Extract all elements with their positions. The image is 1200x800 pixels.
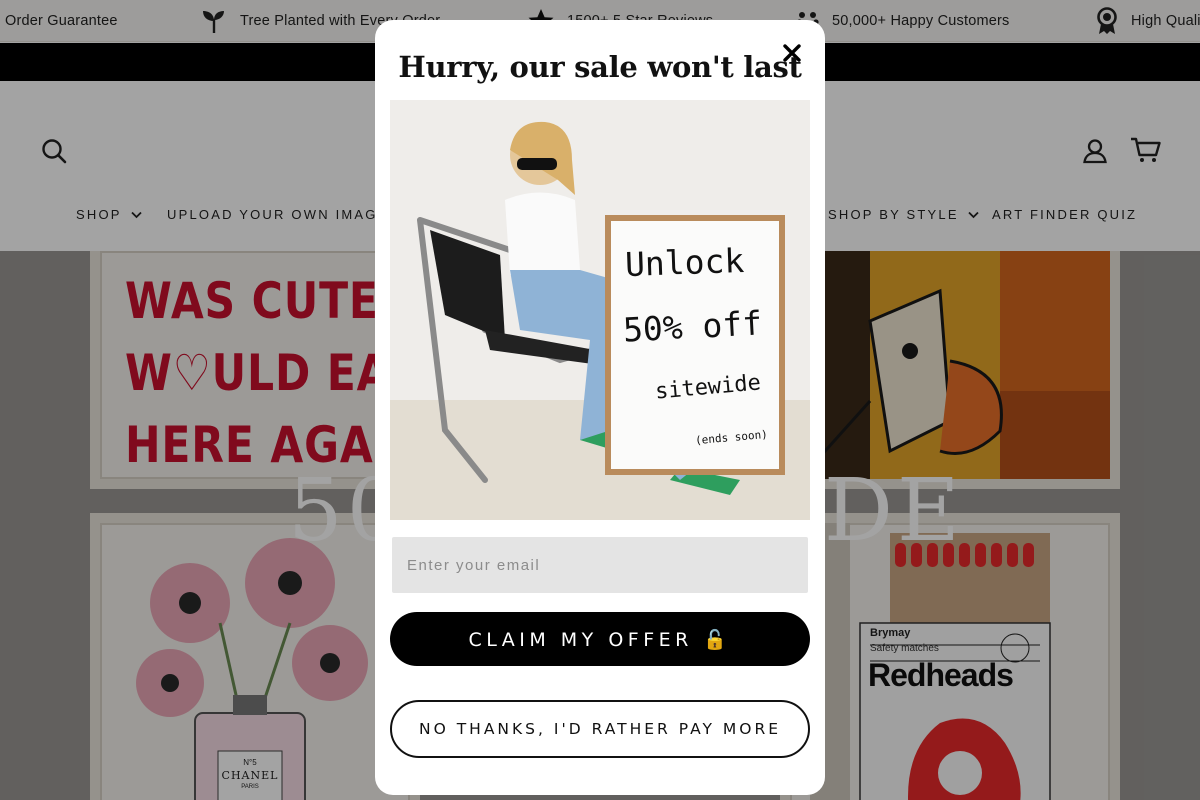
modal-title: Hurry, our sale won't last [398,50,802,84]
claim-offer-button[interactable]: CLAIM MY OFFER 🔓 [390,612,810,666]
sign-line-1: Unlock [624,240,745,285]
sign-line-4: (ends soon) [694,427,769,448]
promo-image: Unlock 50% off sitewide (ends soon) [390,100,810,520]
sign-line-2: 50% off [622,303,764,350]
unlock-sign: Unlock 50% off sitewide (ends soon) [605,215,785,475]
sale-popup-modal: Hurry, our sale won't last Unlock 50% of… [375,20,825,795]
email-input[interactable] [392,537,808,593]
sign-line-3: sitewide [654,370,762,405]
decline-offer-button[interactable]: NO THANKS, I'D RATHER PAY MORE [390,700,810,758]
